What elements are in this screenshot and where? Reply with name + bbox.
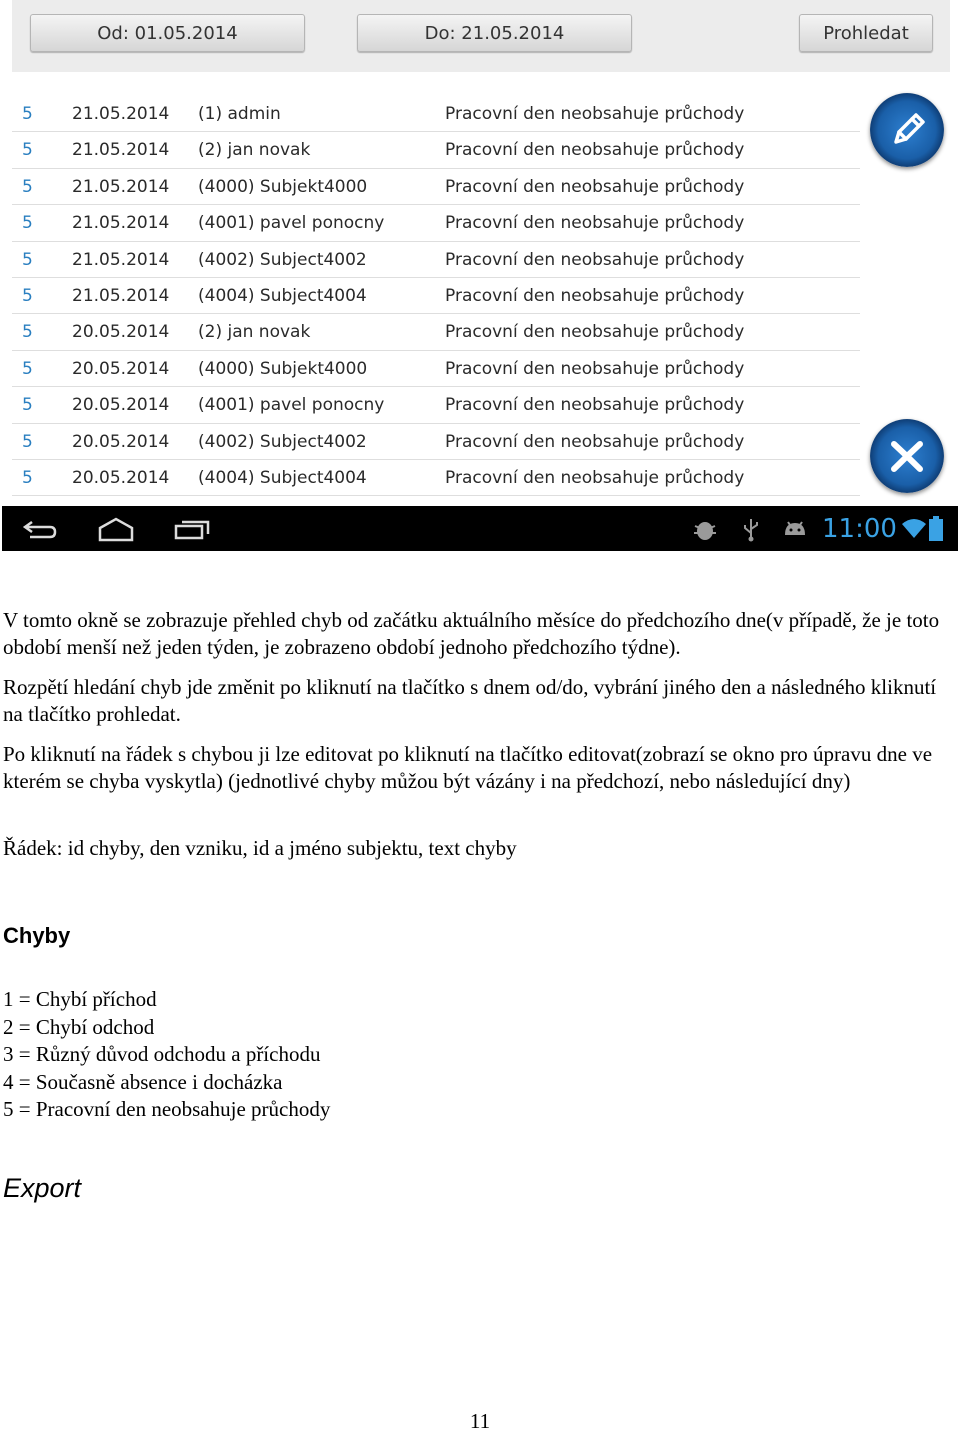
error-code: 5 bbox=[22, 322, 33, 343]
date-from-button[interactable]: Od: 01.05.2014 bbox=[30, 14, 305, 52]
error-row[interactable]: 5 20.05.2014 (2) jan novak Pracovní den neo… bbox=[12, 314, 860, 351]
back-icon[interactable] bbox=[22, 518, 58, 540]
error-code: 5 bbox=[22, 358, 33, 379]
error-row[interactable]: 5 21.05.2014 (1) admin Pracovní den neobsah… bbox=[12, 96, 860, 133]
error-code: 5 bbox=[22, 249, 33, 270]
error-date: 20.05.2014 bbox=[72, 395, 170, 416]
date-to-button[interactable]: Do: 21.05.2014 bbox=[357, 14, 632, 52]
error-text: Pracovní den neobsahuje průchody bbox=[445, 285, 745, 306]
error-text: Pracovní den neobsahuje průchody bbox=[445, 358, 745, 379]
row-format-paragraph: Řádek: id chyby, den vzniku, id a jméno … bbox=[3, 836, 517, 860]
error-text: Pracovní den neobsahuje průchody bbox=[445, 431, 745, 452]
app-screenshot: Od: 01.05.2014 Do: 21.05.2014 Prohledat … bbox=[2, 0, 958, 551]
error-subject: (1) admin bbox=[198, 104, 281, 124]
error-codes-legend: 1 = Chybí příchod 2 = Chybí odchod 3 = R… bbox=[3, 986, 330, 1124]
legend-item: 4 = Současně absence i docházka bbox=[3, 1069, 283, 1094]
error-text: Pracovní den neobsahuje průchody bbox=[445, 467, 745, 488]
error-code: 5 bbox=[22, 213, 33, 234]
error-date: 20.05.2014 bbox=[72, 431, 170, 452]
error-subject: (4001) pavel ponocny bbox=[198, 213, 385, 234]
error-text: Pracovní den neobsahuje průchody bbox=[445, 213, 745, 234]
error-code: 5 bbox=[22, 395, 33, 416]
error-code: 5 bbox=[22, 431, 33, 452]
pencil-icon bbox=[894, 113, 925, 144]
error-row[interactable]: 5 20.05.2014 (4004) Subject4004 Pracovní de… bbox=[12, 460, 860, 497]
error-text: Pracovní den neobsahuje průchody bbox=[445, 176, 745, 197]
error-row[interactable]: 5 21.05.2014 (4001) pavel ponocny Pracovní … bbox=[12, 205, 860, 242]
search-range-paragraph: Rozpětí hledání chyb jde změnit po klikn… bbox=[3, 675, 937, 726]
error-row[interactable]: 5 21.05.2014 (2) jan novak Pracovní den neo… bbox=[12, 132, 860, 169]
error-subject: (4002) Subject4002 bbox=[198, 249, 367, 270]
error-subject: (2) jan novak bbox=[198, 140, 311, 161]
error-date: 20.05.2014 bbox=[72, 358, 170, 379]
home-icon[interactable] bbox=[96, 516, 136, 542]
error-date: 20.05.2014 bbox=[72, 322, 170, 343]
error-code: 5 bbox=[22, 104, 33, 124]
error-subject: (4001) pavel ponocny bbox=[198, 395, 385, 416]
error-date: 21.05.2014 bbox=[72, 140, 170, 161]
errors-heading: Chyby bbox=[3, 923, 71, 948]
battery-icon bbox=[929, 516, 943, 541]
error-subject: (4002) Subject4002 bbox=[198, 431, 367, 452]
system-navigation-bar: 11:00 bbox=[2, 506, 958, 551]
status-clock: 11:00 bbox=[822, 514, 897, 544]
legend-item: 2 = Chybí odchod bbox=[3, 1014, 155, 1039]
usb-icon bbox=[744, 519, 758, 542]
bug-icon bbox=[694, 522, 716, 540]
error-subject: (2) jan novak bbox=[198, 322, 311, 343]
description-paragraph: V tomto okně se zobrazuje přehled chyb o… bbox=[3, 608, 940, 659]
close-icon bbox=[891, 441, 923, 472]
page-number: 11 bbox=[469, 1409, 491, 1433]
error-row[interactable]: 5 21.05.2014 (4002) Subject4002 Pracovní de… bbox=[12, 242, 860, 278]
error-date: 20.05.2014 bbox=[72, 467, 170, 488]
edit-button[interactable] bbox=[870, 93, 944, 167]
legend-item: 3 = Různý důvod odchodu a příchodu bbox=[3, 1042, 321, 1066]
edit-paragraph: Po kliknutí na řádek s chybou ji lze edi… bbox=[3, 742, 933, 793]
recent-apps-icon[interactable] bbox=[172, 518, 212, 540]
legend-item: 5 = Pracovní den neobsahuje průchody bbox=[3, 1097, 331, 1121]
error-date: 21.05.2014 bbox=[72, 104, 170, 124]
search-button[interactable]: Prohledat bbox=[799, 14, 933, 52]
error-text: Pracovní den neobsahuje průchody bbox=[445, 395, 745, 416]
error-text: Pracovní den neobsahuje průchody bbox=[445, 140, 745, 161]
error-subject: (4004) Subject4004 bbox=[198, 285, 367, 306]
error-text: Pracovní den neobsahuje průchody bbox=[445, 104, 745, 124]
error-row[interactable]: 5 20.05.2014 (4002) Subject4002 Pracovní de… bbox=[12, 424, 860, 460]
android-icon bbox=[785, 521, 805, 535]
error-text: Pracovní den neobsahuje průchody bbox=[445, 249, 745, 270]
error-code: 5 bbox=[22, 285, 33, 306]
cancel-button[interactable] bbox=[870, 419, 944, 493]
legend-item: 1 = Chybí příchod bbox=[3, 987, 157, 1011]
error-row[interactable]: 5 21.05.2014 (4000) Subjekt4000 Pracovní de… bbox=[12, 169, 860, 206]
error-row[interactable]: 5 20.05.2014 (4000) Subjekt4000 Pracovní de… bbox=[12, 351, 860, 388]
error-code: 5 bbox=[22, 140, 33, 161]
error-text: Pracovní den neobsahuje průchody bbox=[445, 322, 745, 343]
error-subject: (4004) Subject4004 bbox=[198, 467, 367, 488]
error-date: 21.05.2014 bbox=[72, 213, 170, 234]
error-row[interactable]: 5 21.05.2014 (4004) Subject4004 Pracovní de… bbox=[12, 278, 860, 315]
error-code: 5 bbox=[22, 176, 33, 197]
error-code: 5 bbox=[22, 467, 33, 488]
error-row[interactable]: 5 20.05.2014 (4001) pavel ponocny Pracovní … bbox=[12, 387, 860, 424]
error-subject: (4000) Subjekt4000 bbox=[198, 176, 368, 197]
error-subject: (4000) Subjekt4000 bbox=[198, 358, 368, 379]
error-date: 21.05.2014 bbox=[72, 249, 170, 270]
error-date: 21.05.2014 bbox=[72, 285, 170, 306]
error-date: 21.05.2014 bbox=[72, 176, 170, 197]
export-heading: Export bbox=[3, 1173, 82, 1203]
wifi-icon bbox=[902, 519, 926, 538]
date-toolbar: Od: 01.05.2014 Do: 21.05.2014 Prohledat bbox=[12, 0, 950, 72]
error-list: 5 21.05.2014 (1) admin Pracovní den neobsah… bbox=[12, 96, 860, 497]
